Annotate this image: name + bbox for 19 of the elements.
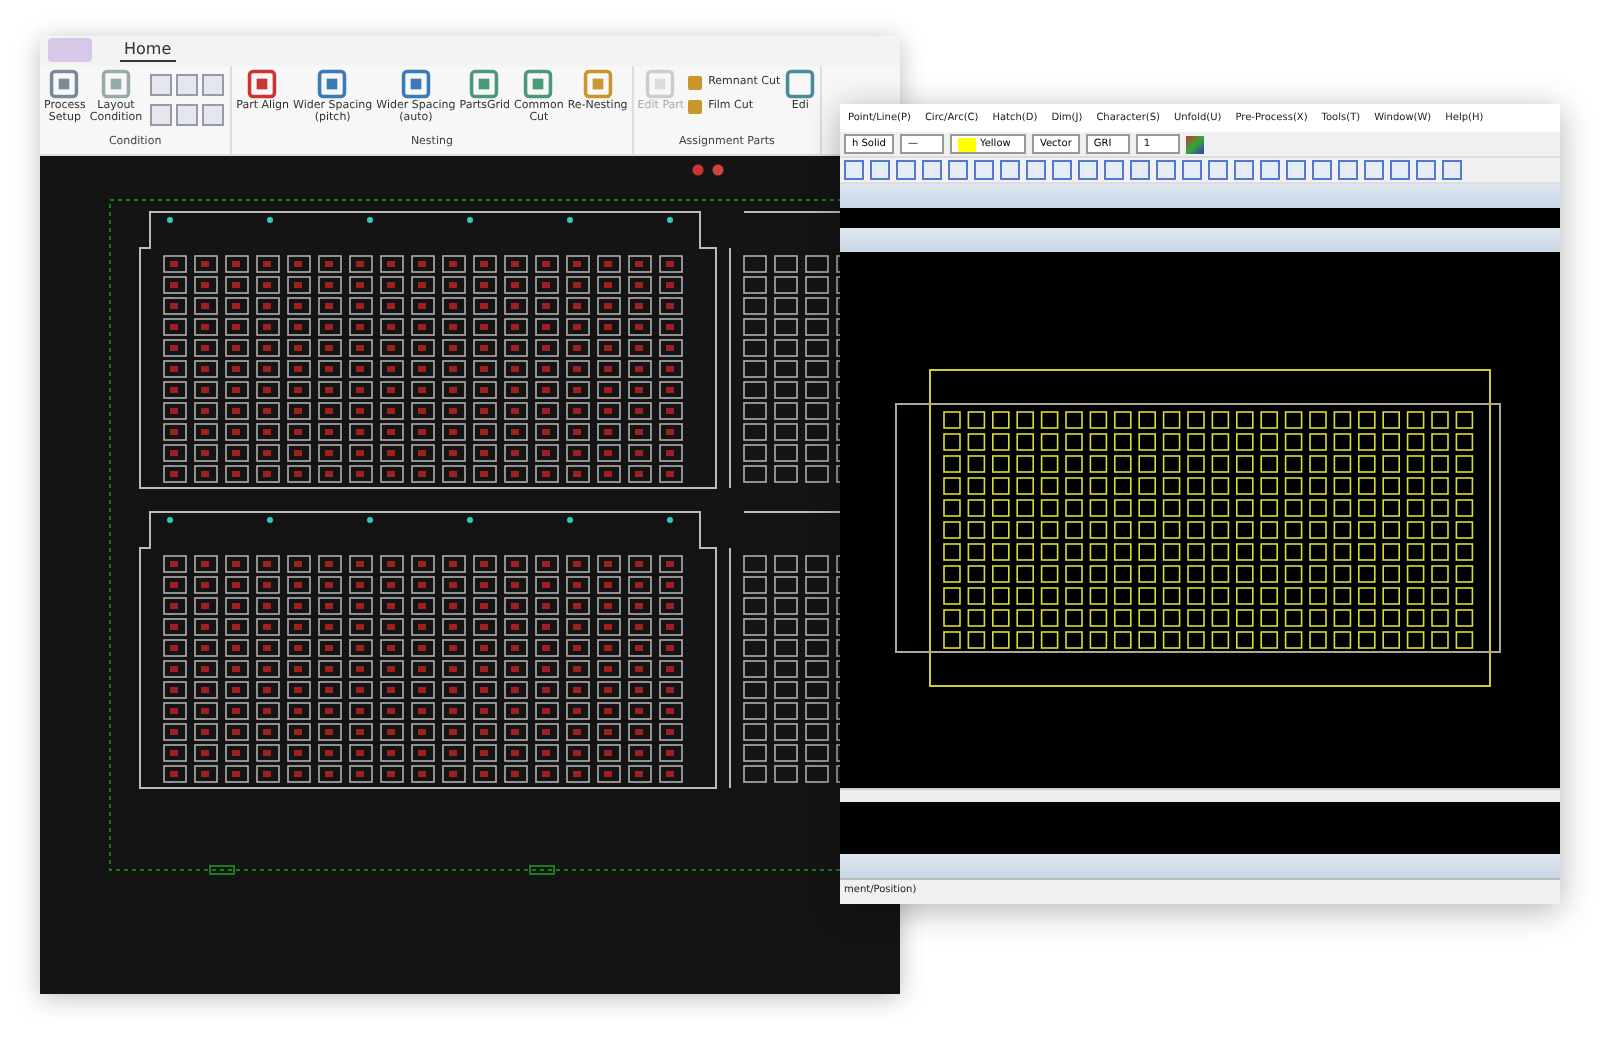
tool-icon: [100, 67, 132, 100]
zoom-icon[interactable]: [692, 164, 728, 178]
toolbar-icon[interactable]: [176, 103, 199, 126]
tool-icon: [48, 67, 81, 100]
ribbon-tab[interactable]: Home: [120, 38, 176, 63]
tool-icon: [581, 67, 614, 100]
tool-icon: [522, 67, 555, 100]
toolbar-icon[interactable]: [202, 73, 225, 96]
toolbar-icon[interactable]: [202, 103, 225, 126]
palette-icon[interactable]: [1185, 135, 1204, 153]
tool-icon: [468, 67, 501, 100]
tool-icon: [784, 67, 817, 100]
tool-icon: [246, 67, 279, 100]
horizontal-scrollbar[interactable]: [840, 788, 1560, 802]
tool-icon: [399, 67, 432, 100]
toolbar-icon[interactable]: [150, 73, 173, 96]
toolbar-icon[interactable]: [150, 103, 173, 126]
toolbar-icon[interactable]: [176, 73, 199, 96]
tool-icon: [316, 67, 349, 100]
